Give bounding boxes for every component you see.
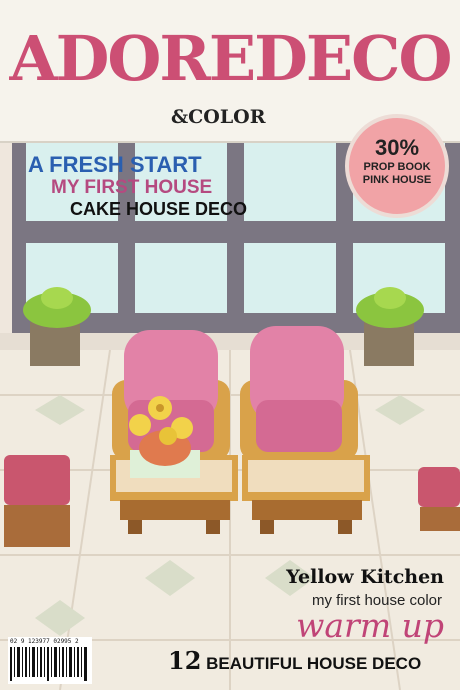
magazine-subtitle: &COLOR	[171, 106, 266, 128]
discount-badge: 30% PROP BOOK PINK HOUSE	[345, 114, 449, 218]
badge-percent: 30%	[374, 135, 420, 160]
badge-line-1: PROP BOOK	[363, 161, 431, 173]
bottom-yellow-kitchen: Yellow Kitchen	[286, 566, 444, 588]
magazine-title: ADOREDECO	[9, 22, 452, 95]
left-ottoman	[4, 455, 70, 547]
barcode: 02 9 123977 02995 2	[8, 637, 92, 684]
barcode-digits: 02 9 123977 02995 2	[10, 638, 79, 645]
right-ottoman	[418, 467, 460, 531]
bottom-beautiful-text: BEAUTIFUL HOUSE DECO	[206, 654, 422, 673]
headline-fresh-start: A FRESH START	[28, 152, 202, 177]
bottom-number: 12	[168, 646, 202, 675]
badge-line-2: PINK HOUSE	[362, 174, 432, 186]
bottom-warm-up: warm up	[296, 606, 444, 645]
right-armchair	[240, 326, 358, 475]
headline-first-house: MY FIRST HOUSE	[51, 177, 213, 198]
barcode-bars	[10, 647, 87, 681]
headline-cake-house: CAKE HOUSE DECO	[70, 199, 248, 219]
right-plant	[356, 287, 424, 366]
bottom-beautiful-deco: 12 BEAUTIFUL HOUSE DECO	[168, 646, 421, 675]
